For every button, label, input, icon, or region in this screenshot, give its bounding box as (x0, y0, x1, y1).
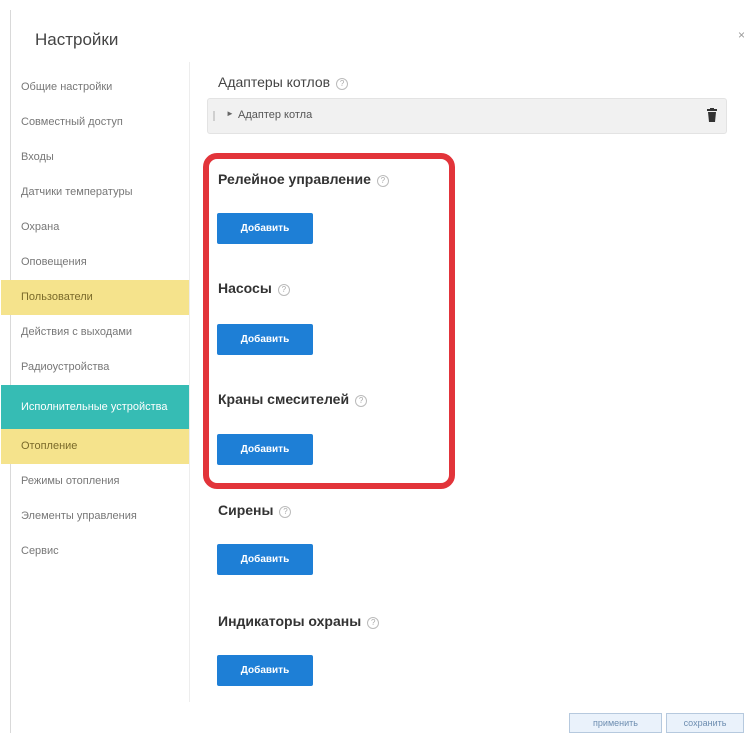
section-title-sirens: Сирены? (218, 502, 292, 518)
sidebar-item-general[interactable]: Общие настройки (1, 70, 189, 105)
save-button[interactable]: сохранить (666, 713, 744, 733)
sidebar-item-security[interactable]: Охрана (1, 210, 189, 245)
expand-arrow-icon[interactable]: ► (226, 109, 234, 118)
help-icon[interactable]: ? (279, 506, 292, 518)
sidebar-item-output-actions[interactable]: Действия с выходами (1, 315, 189, 350)
section-title-boiler-adapters: Адаптеры котлов? (218, 74, 349, 90)
boiler-adapter-label: Адаптер котла (238, 109, 313, 121)
section-title-text: Сирены (218, 502, 274, 518)
sidebar-item-sharing[interactable]: Совместный доступ (1, 105, 189, 140)
boiler-adapter-row[interactable]: ► Адаптер котла (207, 98, 727, 134)
sidebar-item-temperature-sensors[interactable]: Датчики температуры (1, 175, 189, 210)
settings-sidebar: Общие настройки Совместный доступ Входы … (1, 70, 189, 569)
sidebar-item-controls[interactable]: Элементы управления (1, 499, 189, 534)
sidebar-item-heating[interactable]: Отопление (1, 429, 189, 464)
help-icon[interactable]: ? (367, 617, 380, 629)
sidebar-item-heating-modes[interactable]: Режимы отопления (1, 464, 189, 499)
add-siren-button[interactable]: Добавить (217, 544, 313, 575)
sidebar-divider (189, 62, 190, 702)
dialog-title: Настройки (35, 30, 119, 49)
drag-handle[interactable] (213, 111, 215, 121)
close-icon[interactable]: × (738, 28, 745, 42)
sidebar-item-label: Исполнительные устройства (21, 400, 168, 413)
section-title-text: Индикаторы охраны (218, 613, 362, 629)
sidebar-item-inputs[interactable]: Входы (1, 140, 189, 175)
sidebar-item-actuators[interactable]: Исполнительные устройства (1, 385, 189, 429)
annotation-frame (203, 153, 455, 489)
sidebar-item-notifications[interactable]: Оповещения (1, 245, 189, 280)
sidebar-item-users[interactable]: Пользователи (1, 280, 189, 315)
trash-icon[interactable] (706, 108, 718, 122)
sidebar-item-service[interactable]: Сервис (1, 534, 189, 569)
help-icon[interactable]: ? (336, 78, 349, 90)
section-title-security-indicators: Индикаторы охраны? (218, 613, 380, 629)
add-security-indicator-button[interactable]: Добавить (217, 655, 313, 686)
apply-button[interactable]: применить (569, 713, 662, 733)
sidebar-item-radio-devices[interactable]: Радиоустройства (1, 350, 189, 385)
section-title-text: Адаптеры котлов (218, 74, 331, 90)
